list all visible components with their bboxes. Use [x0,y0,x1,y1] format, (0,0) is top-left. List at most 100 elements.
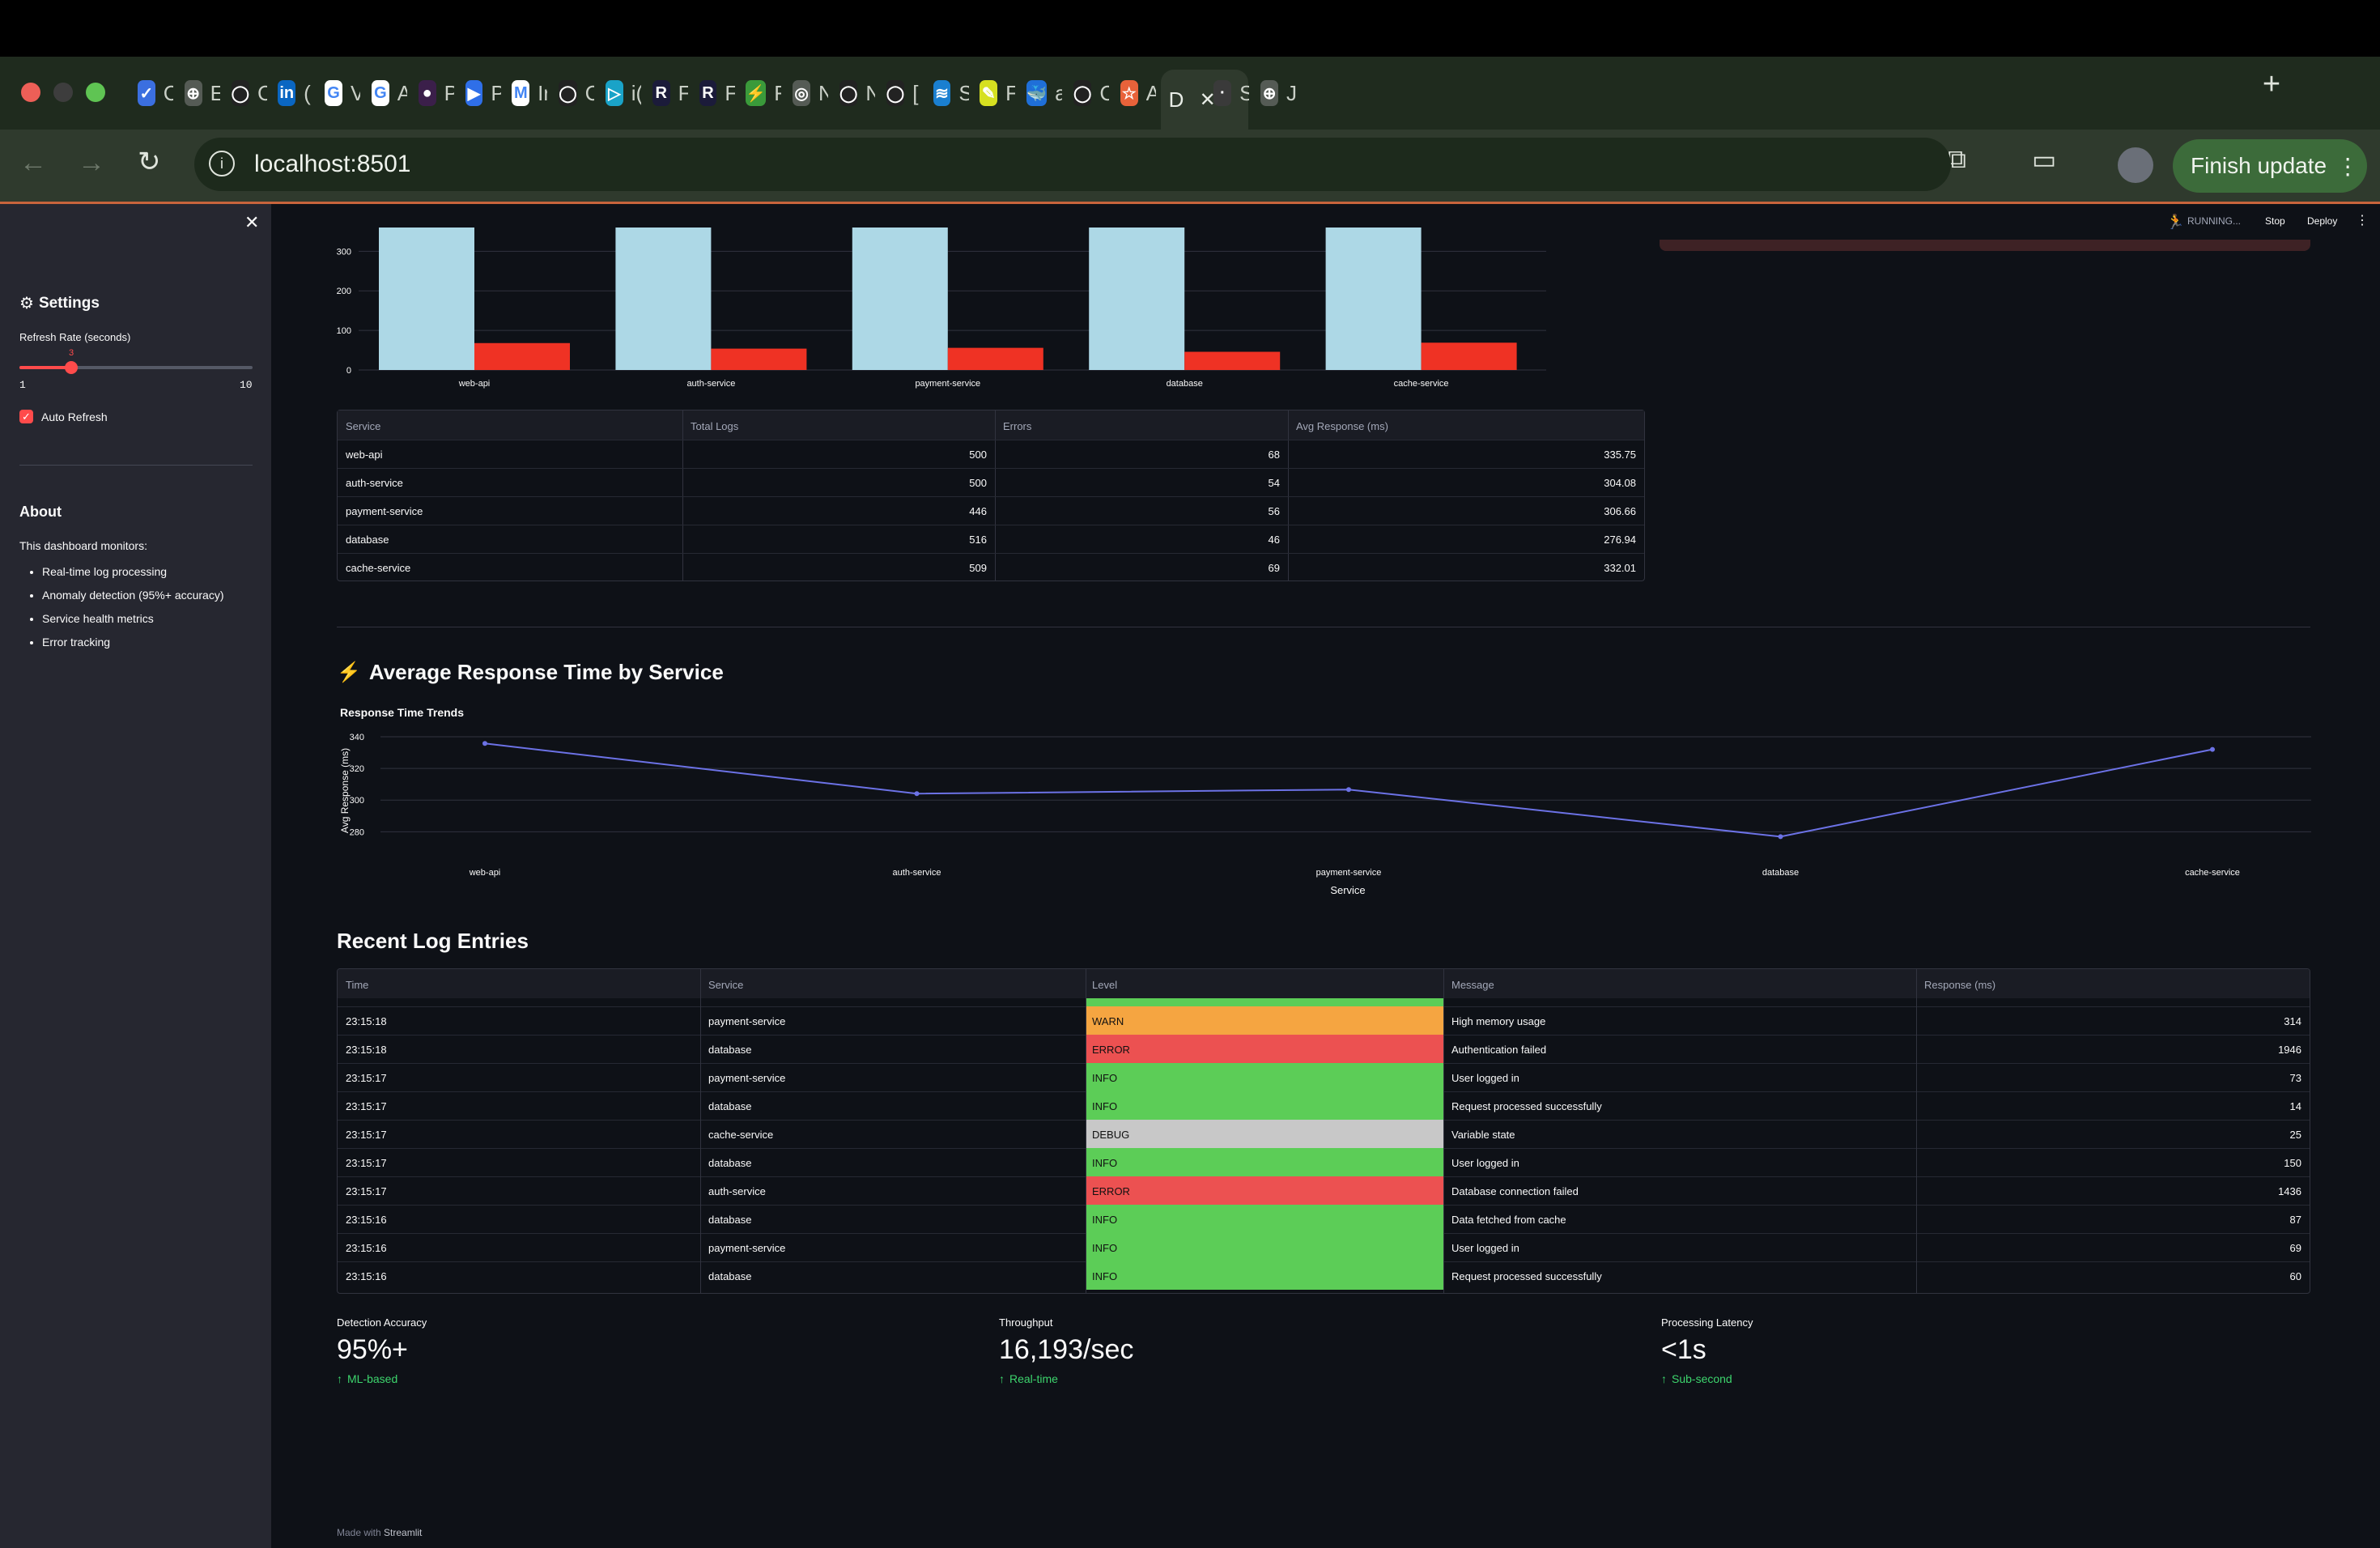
stop-button[interactable]: Stop [2265,215,2285,227]
address-bar[interactable]: i localhost:8501 [194,138,1951,191]
table-row[interactable]: 23:15:16 payment-service INFO User logged i… [338,1233,2310,1261]
finish-update-button[interactable]: Finish update ⋮ [2173,139,2367,193]
browser-tab[interactable]: ✎ F [971,68,1015,118]
bar[interactable] [1325,228,1422,370]
browser-tab[interactable]: ◯ C [223,68,267,118]
browser-tab[interactable]: ▷ i( [597,68,641,118]
browser-tab[interactable]: ⊕ E [176,68,220,118]
browser-tab[interactable]: ≋ S [925,68,969,118]
close-sidebar-icon[interactable]: ✕ [244,212,259,233]
new-tab-button[interactable]: + [2255,68,2288,100]
tab-favicon-icon: ✎ [980,80,998,106]
table-row[interactable]: 23:15:16 database INFO Request processed su… [338,1261,2310,1290]
deploy-button[interactable]: Deploy [2307,215,2337,227]
browser-tab[interactable]: ☆ A [1112,68,1156,118]
bar[interactable] [1184,351,1281,370]
bar[interactable] [711,348,807,370]
browser-tab[interactable]: ◯ C [1065,68,1109,118]
site-info-icon[interactable]: i [209,151,235,176]
column-header[interactable]: Errors [1003,420,1031,432]
column-header[interactable]: Response (ms) [1924,979,1995,991]
tab-favicon-icon: ≋ [933,80,951,106]
browser-tab[interactable]: ⊕ J [1252,68,1296,118]
bar[interactable] [947,347,1043,370]
browser-tab[interactable]: RF [644,68,688,118]
browser-tab[interactable]: GA [363,68,407,118]
bar[interactable] [852,228,948,370]
column-header[interactable]: Service [346,420,380,432]
browser-tab[interactable]: ◯ N [831,68,875,118]
metric-label: Detection Accuracy [337,1316,427,1329]
browser-tab[interactable]: M Ir [504,68,547,118]
table-row[interactable]: 23:15:17 database INFO Request processed su… [338,1091,2310,1120]
column-header[interactable]: Avg Response (ms) [1296,420,1388,432]
column-header[interactable]: Message [1451,979,1494,991]
table-row[interactable]: 23:15:17 database INFO User logged in 150 [338,1148,2310,1176]
bar[interactable] [1421,342,1517,370]
column-header[interactable]: Level [1092,979,1117,991]
browser-tab[interactable]: ● P [410,68,454,118]
back-arrow-icon[interactable]: ← [19,147,47,179]
table-row[interactable]: 23:15:17 auth-service ERROR Database connec… [338,1176,2310,1205]
refresh-rate-slider[interactable]: 3 [19,348,253,381]
slider-thumb[interactable] [64,361,78,374]
tab-favicon-icon: 🐳 [1026,80,1048,106]
browser-tab[interactable]: GV [317,68,360,118]
metric-value: <1s [1661,1334,1706,1365]
browser-tab[interactable]: ◯[ [878,68,922,118]
table-row[interactable]: web-api 500 68 335.75 [338,440,1644,468]
table-row[interactable]: auth-service 500 54 304.08 [338,468,1644,496]
reload-icon[interactable]: ↻ [138,146,161,178]
tab-favicon-icon: R [652,80,670,106]
browser-tab[interactable]: ✓ C [130,68,173,118]
column-header[interactable]: Service [708,979,743,991]
table-row[interactable]: 23:15:17 cache-service DEBUG Variable state… [338,1120,2310,1148]
maximize-window-button[interactable] [86,83,105,102]
table-row[interactable]: 23:15:17 payment-service INFO User logged i… [338,1063,2310,1091]
table-row[interactable]: payment-service 446 56 306.66 [338,496,1644,525]
table-row[interactable]: 23:15:16 database INFO Data fetched from ca… [338,1205,2310,1233]
column-header[interactable]: Total Logs [691,420,738,432]
table-row[interactable]: 23:15:18 database ERROR Authentication fail… [338,1035,2310,1063]
bar[interactable] [615,228,712,370]
refresh-rate-label: Refresh Rate (seconds) [19,331,131,343]
tab-favicon-icon: ▷ [606,80,623,106]
about-item: Error tracking [42,636,267,648]
browser-tab[interactable]: in ( [270,68,313,118]
forward-arrow-icon[interactable]: → [78,147,105,179]
browser-tab[interactable]: RF [691,68,735,118]
column-header[interactable]: Time [346,979,368,991]
bar[interactable] [474,342,570,370]
auto-refresh-checkbox[interactable]: ✓ Auto Refresh [19,410,108,423]
data-point[interactable] [1346,787,1351,793]
bar[interactable] [1089,228,1185,370]
browser-tab[interactable]: ◎ N [784,68,828,118]
table-row[interactable]: database 516 46 276.94 [338,525,1644,553]
close-window-button[interactable] [21,83,40,102]
browser-tab[interactable]: ▶ P [457,68,501,118]
y-tick-label: 0 [346,366,351,376]
table-cell: database [708,1044,752,1056]
browser-tab[interactable]: · S [1205,68,1249,118]
table-row[interactable]: cache-service 509 69 332.01 [338,553,1644,581]
x-tick-label: auth-service [893,868,941,878]
log-table[interactable]: Time Service Level Message Response (ms)… [337,968,2310,1294]
data-point[interactable] [914,791,920,797]
bar[interactable] [379,228,474,370]
browser-tab[interactable]: ⚡ F [737,68,781,118]
metric-card: Processing Latency <1s ↑ Sub-second [1661,1316,2147,1389]
tab-title: F [774,80,782,105]
alert-box-edge [1660,240,2310,251]
data-point[interactable] [1778,834,1783,840]
cast-icon[interactable]: ▭ [2032,144,2056,175]
browser-tab[interactable]: 🐳 a [1018,68,1062,118]
data-point[interactable] [2210,746,2215,752]
profile-avatar[interactable] [2118,147,2153,183]
minimize-window-button[interactable] [53,83,73,102]
streamlit-link[interactable]: Streamlit [384,1527,422,1538]
data-point[interactable] [482,741,487,746]
browser-tab[interactable]: ◯ C [550,68,594,118]
main-menu-icon[interactable]: ⋮ [2356,212,2369,228]
table-row[interactable]: 23:15:18 payment-service WARN High memory u… [338,1006,2310,1035]
tab-title: J [1286,80,1297,105]
